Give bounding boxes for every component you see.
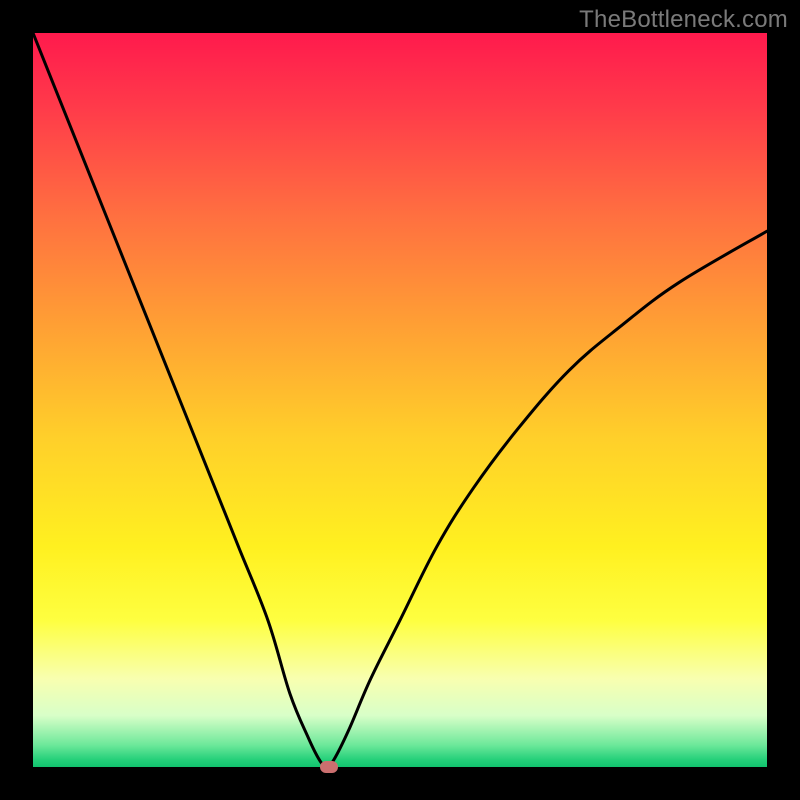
watermark-text: TheBottleneck.com xyxy=(579,6,788,34)
chart-frame: TheBottleneck.com xyxy=(0,0,800,800)
optimal-point-marker xyxy=(320,761,338,773)
bottleneck-curve xyxy=(33,33,767,767)
plot-area xyxy=(33,33,767,767)
